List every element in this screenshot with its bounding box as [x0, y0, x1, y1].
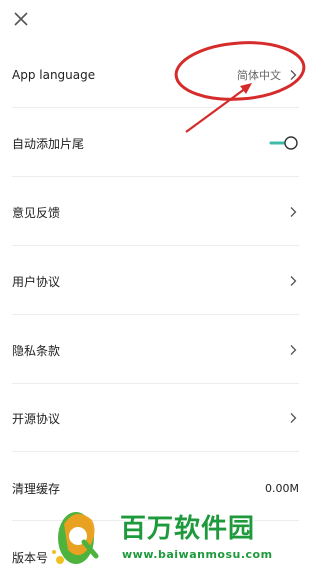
cache-size-value: 0.00M [265, 481, 299, 495]
version-label: 版本号 [12, 550, 49, 565]
feedback-label: 意见反馈 [12, 205, 61, 220]
auto-add-credits-label: 自动添加片尾 [12, 136, 85, 151]
divider [12, 451, 299, 452]
chevron-right-icon [290, 345, 297, 355]
app-language-value: 简体中文 [237, 69, 281, 82]
app-language-label: App language [12, 68, 96, 82]
chevron-right-icon [290, 70, 297, 80]
chevron-right-icon [290, 207, 297, 217]
app-language-row[interactable]: App language 简体中文 [12, 55, 299, 95]
divider [12, 107, 299, 108]
watermark-url: www.baiwanmosu.com [122, 548, 273, 561]
divider [12, 245, 299, 246]
user-agreement-label: 用户协议 [12, 274, 61, 289]
user-agreement-row[interactable]: 用户协议 [12, 261, 299, 301]
watermark: 百万软件园 www.baiwanmosu.com [46, 502, 308, 572]
open-source-label: 开源协议 [12, 411, 61, 426]
divider [12, 314, 299, 315]
close-button[interactable] [10, 8, 32, 30]
privacy-policy-row[interactable]: 隐私条款 [12, 330, 299, 370]
divider [12, 383, 299, 384]
divider [12, 176, 299, 177]
privacy-policy-label: 隐私条款 [12, 343, 61, 358]
watermark-logo-icon [52, 512, 99, 564]
auto-add-credits-toggle[interactable] [269, 135, 299, 151]
chevron-right-icon [290, 276, 297, 286]
close-icon [14, 12, 28, 26]
watermark-title: 百万软件园 [120, 514, 256, 544]
auto-add-credits-row: 自动添加片尾 [12, 123, 299, 163]
chevron-right-icon [290, 413, 297, 423]
clear-cache-label: 清理缓存 [12, 481, 61, 496]
feedback-row[interactable]: 意见反馈 [12, 192, 299, 232]
open-source-row[interactable]: 开源协议 [12, 398, 299, 438]
